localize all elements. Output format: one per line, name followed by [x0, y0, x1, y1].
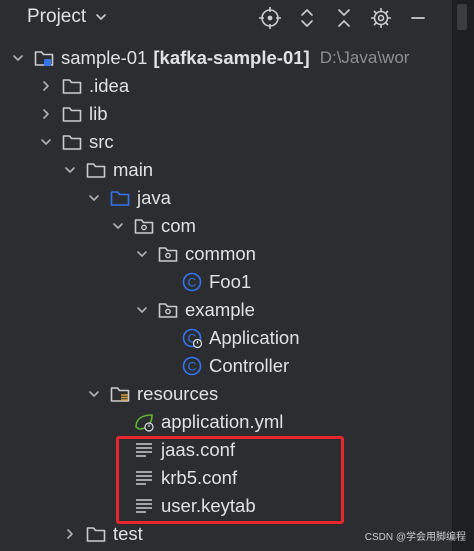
- tree-item-label: java: [137, 187, 171, 208]
- watermark: CSDN @学会用脚编程: [364, 532, 466, 543]
- project-panel-header: Project: [0, 0, 474, 36]
- class-icon: C: [181, 355, 203, 377]
- tree-item-label: application.yml: [161, 411, 284, 432]
- chevron-down-icon[interactable]: [87, 191, 101, 205]
- editor-tab-marker: [457, 4, 467, 30]
- folder-icon: [61, 103, 83, 125]
- tree-item-label: common: [185, 243, 256, 264]
- editor-edge: [452, 0, 474, 551]
- chevron-down-icon[interactable]: [135, 247, 149, 261]
- tree-item-label: src: [89, 131, 114, 152]
- tree-row-controller[interactable]: C Controller: [0, 352, 452, 380]
- chevron-right-icon[interactable]: [39, 107, 53, 121]
- chevron-placeholder: [159, 359, 173, 373]
- folder-icon: [85, 523, 107, 545]
- tree-row-appyml[interactable]: application.yml: [0, 408, 452, 436]
- tree-row-com[interactable]: com: [0, 212, 452, 240]
- module-path: D:\Java\wor: [319, 48, 410, 67]
- tree-item-label: Controller: [209, 355, 290, 376]
- tree-item-label: Foo1: [209, 271, 252, 292]
- spring-config-icon: [133, 411, 155, 433]
- panel-title: Project: [27, 6, 87, 27]
- tree-item-label: resources: [137, 383, 219, 404]
- tree-item-label: Application: [209, 327, 300, 348]
- module-name: [kafka-sample-01]: [153, 47, 310, 68]
- tree-item-label: example: [185, 299, 255, 320]
- tree-row-resources[interactable]: resources: [0, 380, 452, 408]
- hide-panel-icon[interactable]: [406, 6, 430, 30]
- tree-item-label: .idea: [89, 75, 130, 96]
- tree-item-label: lib: [89, 103, 108, 124]
- chevron-down-icon[interactable]: [39, 135, 53, 149]
- options-gear-icon[interactable]: [369, 6, 393, 30]
- select-opened-file-icon[interactable]: [258, 6, 282, 30]
- highlight-box: [116, 436, 344, 524]
- project-view-selector[interactable]: Project: [27, 6, 108, 28]
- chevron-down-icon[interactable]: [63, 163, 77, 177]
- expand-all-icon[interactable]: [295, 6, 319, 30]
- tree-row-example[interactable]: example: [0, 296, 452, 324]
- tree-item-label: main: [113, 159, 154, 180]
- folder-icon: [85, 159, 107, 181]
- folder-icon: [61, 75, 83, 97]
- tree-row-java[interactable]: java: [0, 184, 452, 212]
- tree-row-foo1[interactable]: C Foo1: [0, 268, 452, 296]
- class-icon: C: [181, 271, 203, 293]
- resources-folder-icon: [109, 383, 131, 405]
- package-icon: [157, 243, 179, 265]
- source-folder-icon: [109, 187, 131, 209]
- tree-row-src[interactable]: src: [0, 128, 452, 156]
- tree-row-main[interactable]: main: [0, 156, 452, 184]
- spring-class-icon: C: [181, 327, 203, 349]
- tree-row-lib[interactable]: lib: [0, 100, 452, 128]
- package-icon: [157, 299, 179, 321]
- svg-text:C: C: [188, 276, 197, 290]
- tree-item-label: test: [113, 523, 143, 544]
- folder-icon: [61, 131, 83, 153]
- tree-row-common[interactable]: common: [0, 240, 452, 268]
- chevron-right-icon[interactable]: [63, 527, 77, 541]
- chevron-down-icon[interactable]: [11, 51, 25, 65]
- tree-row-idea[interactable]: .idea: [0, 72, 452, 100]
- chevron-down-icon[interactable]: [135, 303, 149, 317]
- tree-row-sample[interactable]: sample-01 [kafka-sample-01] D:\Java\wor: [0, 44, 452, 72]
- tree-row-application[interactable]: C Application: [0, 324, 452, 352]
- collapse-all-icon[interactable]: [332, 6, 356, 30]
- module-folder-icon: [33, 47, 55, 69]
- tree-item-label: sample-01: [61, 47, 148, 68]
- package-icon: [133, 215, 155, 237]
- chevron-placeholder: [159, 331, 173, 345]
- chevron-placeholder: [111, 415, 125, 429]
- chevron-right-icon[interactable]: [39, 79, 53, 93]
- svg-text:C: C: [188, 360, 197, 374]
- tree-item-label: com: [161, 215, 196, 236]
- chevron-down-icon[interactable]: [111, 219, 125, 233]
- chevron-down-icon[interactable]: [87, 387, 101, 401]
- chevron-placeholder: [159, 275, 173, 289]
- chevron-down-icon: [96, 14, 106, 20]
